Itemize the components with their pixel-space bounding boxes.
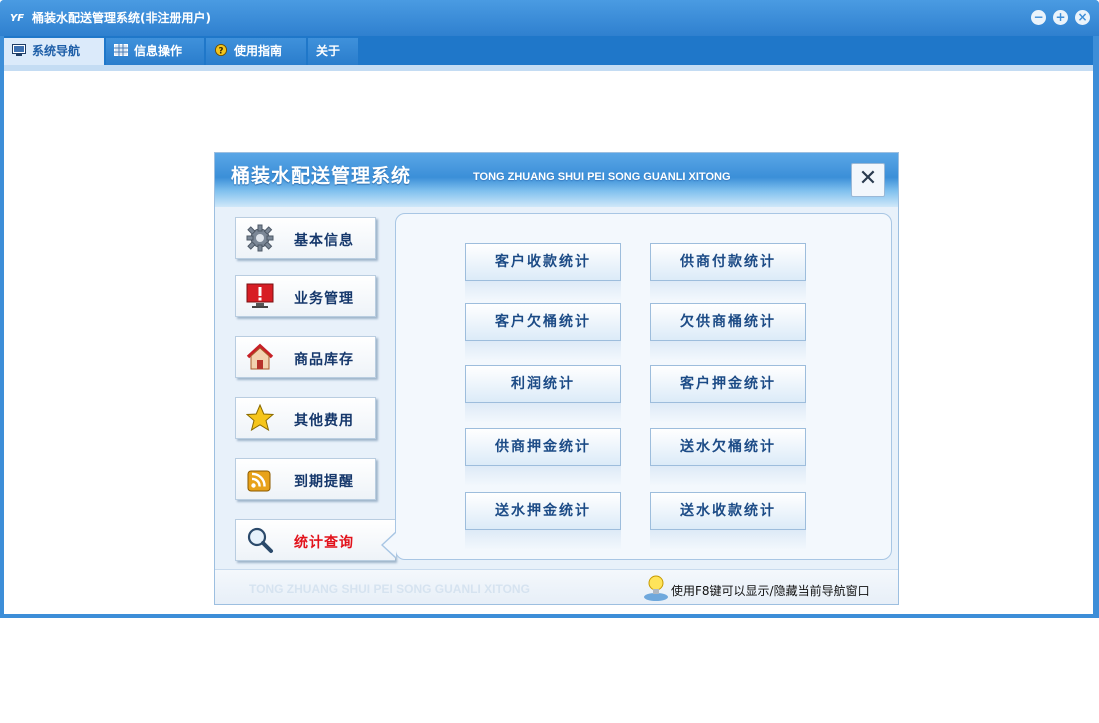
star-icon [246, 404, 274, 432]
nav-basic-info[interactable]: 基本信息 [235, 217, 376, 259]
button-reflection [650, 403, 806, 423]
dialog-subtitle: TONG ZHUANG SHUI PEI SONG GUANLI XITONG [473, 171, 731, 183]
lightbulb-icon [644, 575, 668, 601]
close-icon[interactable]: × [1075, 10, 1090, 25]
nav-label: 业务管理 [294, 291, 354, 307]
nav-goods-stock[interactable]: 商品库存 [235, 336, 376, 378]
btn-delivery-payment-stats[interactable]: 送水收款统计 [650, 492, 806, 530]
panel-pointer-inner [383, 533, 396, 557]
btn-customer-owed-bucket-stats[interactable]: 客户欠桶统计 [465, 303, 621, 341]
grid-icon [114, 44, 128, 56]
button-reflection [650, 466, 806, 486]
nav-label: 基本信息 [294, 233, 354, 249]
button-reflection [465, 530, 621, 550]
magnifier-icon [247, 527, 273, 553]
maximize-icon[interactable]: + [1053, 10, 1068, 25]
menu-label: 系统导航 [32, 44, 81, 58]
button-reflection [465, 466, 621, 486]
btn-supplier-deposit-stats[interactable]: 供商押金统计 [465, 428, 621, 466]
btn-supplier-payment-stats[interactable]: 供商付款统计 [650, 243, 806, 281]
menu-user-guide[interactable]: ? 使用指南 [206, 38, 306, 65]
nav-label: 统计查询 [294, 535, 354, 551]
btn-delivery-owed-bucket-stats[interactable]: 送水欠桶统计 [650, 428, 806, 466]
title-bar[interactable]: YF 桶装水配送管理系统(非注册用户) − + × [0, 0, 1099, 36]
menu-label: 使用指南 [234, 44, 283, 58]
button-reflection [465, 281, 621, 301]
dialog-title: 桶装水配送管理系统 [231, 165, 412, 187]
window-title: 桶装水配送管理系统(非注册用户) [32, 11, 211, 25]
minimize-icon[interactable]: − [1031, 10, 1046, 25]
btn-profit-stats[interactable]: 利润统计 [465, 365, 621, 403]
menu-about[interactable]: 关于 [308, 38, 358, 65]
nav-business-mgmt[interactable]: 业务管理 [235, 275, 376, 317]
nav-other-fees[interactable]: 其他费用 [235, 397, 376, 439]
close-icon: ✕ [858, 166, 878, 191]
dialog-close-button[interactable]: ✕ [851, 163, 885, 197]
nav-label: 到期提醒 [294, 474, 354, 490]
help-icon: ? [215, 44, 227, 56]
footer-tip: 使用F8键可以显示/隐藏当前导航窗口 [671, 584, 870, 598]
button-reflection [650, 281, 806, 301]
monitor-icon [12, 44, 26, 56]
btn-supplier-owed-bucket-stats[interactable]: 欠供商桶统计 [650, 303, 806, 341]
dialog-footer: TONG ZHUANG SHUI PEI SONG GUANLI XITONG … [215, 569, 898, 604]
menu-system-nav[interactable]: 系统导航 [4, 38, 104, 65]
menu-label: 信息操作 [134, 44, 183, 58]
button-reflection [650, 530, 806, 550]
navigation-dialog: 桶装水配送管理系统 TONG ZHUANG SHUI PEI SONG GUAN… [214, 152, 899, 605]
footer-watermark: TONG ZHUANG SHUI PEI SONG GUANLI XITONG [249, 582, 530, 596]
nav-label: 商品库存 [294, 352, 354, 368]
nav-label: 其他费用 [294, 413, 354, 429]
menu-label: 关于 [316, 44, 341, 58]
btn-customer-deposit-stats[interactable]: 客户押金统计 [650, 365, 806, 403]
btn-customer-payment-stats[interactable]: 客户收款统计 [465, 243, 621, 281]
button-reflection [465, 341, 621, 361]
svg-text:?: ? [219, 46, 224, 56]
gear-icon [246, 224, 274, 252]
btn-delivery-deposit-stats[interactable]: 送水押金统计 [465, 492, 621, 530]
alert-monitor-icon [246, 283, 274, 308]
button-reflection [465, 403, 621, 423]
nav-statistics-query[interactable]: 统计查询 [235, 519, 395, 561]
menu-info-operation[interactable]: 信息操作 [106, 38, 204, 65]
home-icon [246, 343, 274, 370]
dialog-header: 桶装水配送管理系统 TONG ZHUANG SHUI PEI SONG GUAN… [215, 153, 898, 207]
menu-bar: 系统导航 信息操作 ? 使用指南 关于 [4, 36, 1093, 65]
app-logo-icon: YF [10, 13, 25, 24]
nav-expiry-reminder[interactable]: 到期提醒 [235, 458, 376, 500]
rss-icon [247, 470, 271, 492]
button-reflection [650, 341, 806, 361]
